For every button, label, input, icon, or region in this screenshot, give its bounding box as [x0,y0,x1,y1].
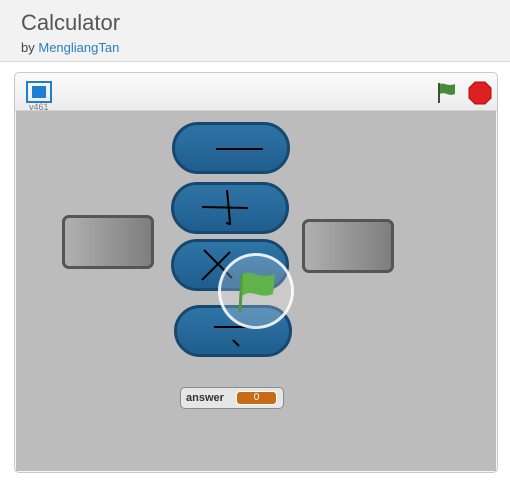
author-link[interactable]: MengliangTan [38,40,119,55]
fullscreen-icon[interactable] [26,81,52,103]
green-flag-icon [238,272,275,313]
stop-sign-icon[interactable] [468,81,492,105]
monitor-label: answer [186,392,224,404]
player-toolbar: v461 [15,73,497,112]
subtract-button[interactable] [172,122,290,174]
stage-canvas[interactable]: answer 0 [16,111,496,471]
first-number-box[interactable] [62,215,154,269]
answer-monitor: answer 0 [180,387,284,409]
project-title: Calculator [21,10,121,35]
add-button[interactable] [171,182,289,234]
second-number-box[interactable] [302,219,394,273]
monitor-value: 0 [236,391,277,405]
green-flag-icon[interactable] [435,81,459,105]
project-byline: by MengliangTan [21,40,119,55]
by-label: by [21,40,35,55]
minus-glyph [216,148,263,150]
plus-glyph [201,189,249,226]
start-overlay-button[interactable] [218,253,294,329]
project-player: v461 answer 0 [14,72,498,473]
project-header: Calculator by MengliangTan [0,0,510,62]
